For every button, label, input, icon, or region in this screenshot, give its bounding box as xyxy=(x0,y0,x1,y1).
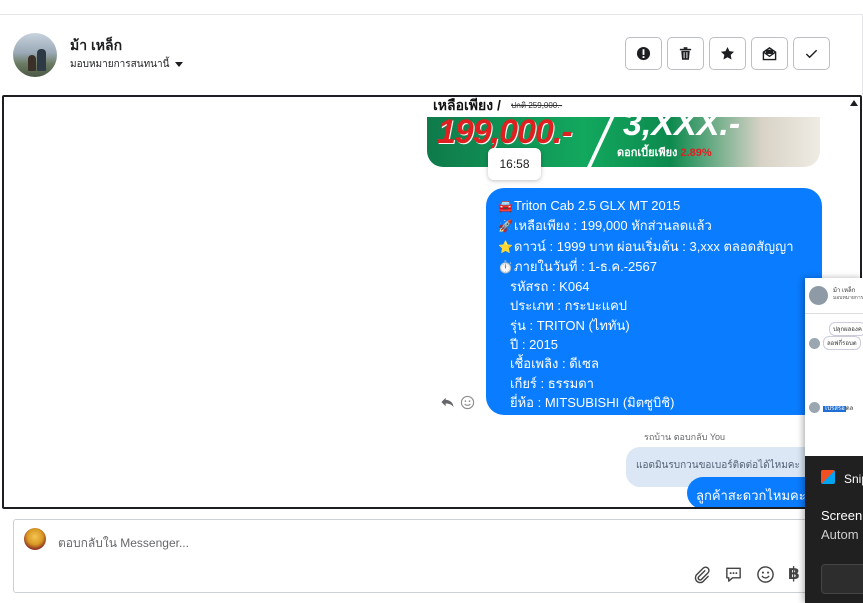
exclamation-circle-icon xyxy=(636,46,651,61)
message-actions xyxy=(440,395,475,410)
message-line-text: รหัสรถ : K064 xyxy=(510,279,590,295)
message-line: รุ่น : TRITON (ไททัน) xyxy=(498,316,812,335)
page-avatar xyxy=(24,528,46,550)
message-line-text: ภายในวันที่ : 1-ธ.ค.-2567 xyxy=(514,258,657,274)
star-button[interactable] xyxy=(709,37,746,70)
scroll-up-arrow-icon[interactable] xyxy=(850,100,858,106)
timestamp-tooltip: 16:58 xyxy=(488,148,541,180)
react-emoji-icon[interactable] xyxy=(460,395,475,410)
promo-old-price: ปกติ 259,000.- xyxy=(511,101,563,110)
message-line: รหัสรถ : K064 xyxy=(498,277,812,296)
promo-price: 199,000.- xyxy=(437,113,573,151)
message-line: ⏱️ภายในวันที่ : 1-ธ.ค.-2567 xyxy=(498,257,812,277)
snip-action-button[interactable] xyxy=(821,564,863,594)
contact-avatar[interactable] xyxy=(13,33,57,77)
conversation-header: ม้า เหล็ก มอบหมายการสนทนานี้ xyxy=(0,15,863,95)
message-line-text: รุ่น : TRITON (ไททัน) xyxy=(510,317,630,333)
emoji-glyph: ⭐ xyxy=(498,239,513,254)
header-actions xyxy=(625,37,830,70)
assign-conversation-dropdown[interactable]: มอบหมายการสนทนานี้ xyxy=(70,57,184,72)
composer-tools: ฿ xyxy=(692,564,800,584)
mark-unread-button[interactable] xyxy=(751,37,788,70)
message-line-text: ยี่ห้อ : MITSUBISHI (มิตซูบิชิ) xyxy=(510,394,675,410)
emoji-glyph: ⏱️ xyxy=(498,259,513,274)
assign-label: มอบหมายการสนทนานี้ xyxy=(70,59,170,70)
message-thread[interactable]: เหลือเพียง / ปกติ 259,000.- 199,000.- ผ่… xyxy=(2,95,862,509)
message-line: ยี่ห้อ : MITSUBISHI (มิตซูบิชิ) xyxy=(498,393,812,412)
trash-icon xyxy=(679,47,692,60)
message-line: เกียร์ : ธรรมดา xyxy=(498,374,812,393)
mark-done-button[interactable] xyxy=(793,37,830,70)
message-line: ประเภท : กระบะแคป xyxy=(498,296,812,315)
emoji-glyph: 🚀 xyxy=(498,219,513,234)
message-line: 🚘Triton Cab 2.5 GLX MT 2015 xyxy=(498,196,812,216)
saved-reply-icon[interactable] xyxy=(724,565,743,584)
message-line-text: ประเภท : กระบะแคป xyxy=(510,298,628,314)
emoji-icon[interactable] xyxy=(756,565,775,584)
caret-down-icon xyxy=(175,62,184,67)
snipping-tool-notification[interactable]: Snip Screen Autom xyxy=(805,456,863,603)
snip-title: Snip xyxy=(844,472,863,486)
promo-interest: ดอกเบี้ยเพียง 2.89% xyxy=(617,147,712,159)
reply-input[interactable]: ตอบกลับใน Messenger... xyxy=(58,534,189,553)
promo-monthly: 3,XXX.- xyxy=(623,105,741,143)
message-line-text: เหลือเพียง : 199,000 หักส่วนลดแล้ว xyxy=(514,218,712,234)
envelope-open-icon xyxy=(762,47,777,61)
reply-icon[interactable] xyxy=(440,395,455,410)
check-icon xyxy=(805,49,818,59)
message-line-text: ดาวน์ : 1999 บาท ผ่อนเริ่มต้น : 3,xxx ตล… xyxy=(514,238,794,254)
message-line: 🚀เหลือเพียง : 199,000 หักส่วนลดแล้ว xyxy=(498,216,812,236)
snip-line1: Screen xyxy=(821,508,863,523)
message-line: ⭐ดาวน์ : 1999 บาท ผ่อนเริ่มต้น : 3,xxx ต… xyxy=(498,237,812,257)
contact-name[interactable]: ม้า เหล็ก xyxy=(70,35,122,57)
overlay-avatar xyxy=(809,286,828,305)
composer: ตอบกลับใน Messenger... ฿ xyxy=(13,519,821,593)
report-button[interactable] xyxy=(625,37,662,70)
snipping-tool-icon xyxy=(821,470,835,484)
reply-label: รถบ้าน ตอบกลับ You xyxy=(644,432,726,442)
emoji-glyph: 🚘 xyxy=(498,199,513,213)
message-line-text: ปี : 2015 xyxy=(510,337,559,353)
message-line-text: Triton Cab 2.5 GLX MT 2015 xyxy=(514,198,681,213)
paperclip-icon[interactable] xyxy=(692,565,711,584)
promo-image[interactable]: เหลือเพียง / ปกติ 259,000.- 199,000.- ผ่… xyxy=(427,97,820,167)
message-line: ปี : 2015 xyxy=(498,335,812,354)
message-line-text: เกียร์ : ธรรมดา xyxy=(510,375,594,391)
snip-preview-window[interactable]: ม้า เหล็ก มอบหมายการสนทนา ปลุกผลองค ลอฟก… xyxy=(805,278,863,603)
message-line-text: เชื้อเพลิง : ดีเซล xyxy=(510,356,599,372)
message-bubble[interactable]: 🚘Triton Cab 2.5 GLX MT 2015 🚀เหลือเพียง :… xyxy=(486,188,822,415)
snip-line2: Autom xyxy=(821,527,859,542)
message-line: เชื้อเพลิง : ดีเซล xyxy=(498,354,812,373)
delete-button[interactable] xyxy=(667,37,704,70)
payment-icon[interactable]: ฿ xyxy=(788,564,800,584)
star-icon xyxy=(720,46,735,60)
top-strip xyxy=(0,0,863,15)
